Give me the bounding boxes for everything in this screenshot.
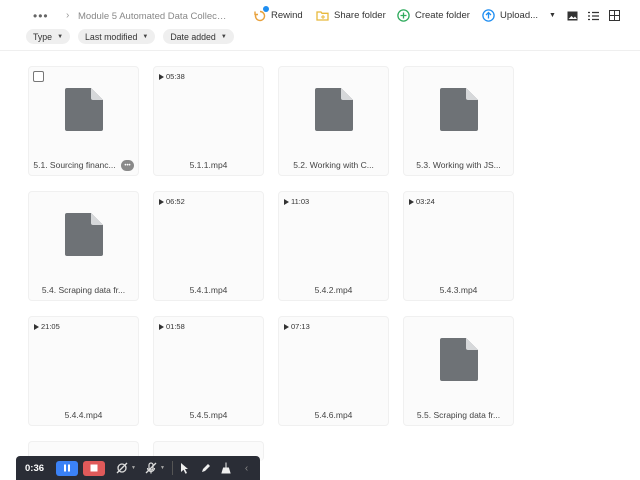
file-name: 5.4.6.mp4 — [314, 410, 353, 420]
file-card[interactable]: 5.5. Scraping data fr... — [403, 316, 514, 426]
video-duration: 06:52 — [159, 197, 185, 206]
more-options-icon[interactable]: ••• — [121, 160, 134, 171]
camera-off-icon[interactable] — [113, 461, 131, 476]
pause-icon — [64, 464, 70, 472]
cursor-icon[interactable] — [176, 461, 194, 476]
document-icon — [440, 88, 478, 136]
duration-text: 05:38 — [166, 72, 185, 81]
file-card[interactable]: 03:24 5.4.3.mp4 — [403, 191, 514, 301]
play-icon — [159, 323, 164, 330]
video-duration: 03:24 — [409, 197, 435, 206]
eraser-broom-icon[interactable] — [218, 461, 236, 476]
select-checkbox[interactable] — [33, 71, 44, 82]
file-grid: 5.1. Sourcing financ... ••• 05:38 5.1.1.mp4… — [0, 0, 640, 480]
play-icon — [284, 198, 289, 205]
play-icon — [34, 323, 39, 330]
file-card[interactable]: 11:03 5.4.2.mp4 — [278, 191, 389, 301]
file-name: 5.4.4.mp4 — [64, 410, 103, 420]
duration-text: 21:05 — [41, 322, 60, 331]
file-card[interactable]: 5.4. Scraping data fr... — [28, 191, 139, 301]
file-name: 5.2. Working with C... — [293, 160, 374, 170]
file-name: 5.3. Working with JS... — [416, 160, 501, 170]
duration-text: 11:03 — [291, 197, 310, 206]
file-name: 5.1. Sourcing financ... — [33, 160, 116, 170]
file-name: 5.4.1.mp4 — [189, 285, 228, 295]
file-card[interactable]: 5.3. Working with JS... — [403, 66, 514, 176]
document-icon — [65, 88, 103, 136]
file-name: 5.4.3.mp4 — [439, 285, 478, 295]
video-duration: 21:05 — [34, 322, 60, 331]
duration-text: 01:58 — [166, 322, 185, 331]
file-name: 5.4.2.mp4 — [314, 285, 353, 295]
stop-icon — [90, 464, 98, 472]
video-duration: 11:03 — [284, 197, 309, 206]
chevron-down-icon[interactable]: ▼ — [131, 465, 136, 471]
divider — [171, 461, 173, 475]
stop-button[interactable] — [83, 460, 105, 476]
file-name: 5.1.1.mp4 — [189, 160, 228, 170]
duration-text: 07:13 — [291, 322, 310, 331]
file-name: 5.4.5.mp4 — [189, 410, 228, 420]
file-name: 5.4. Scraping data fr... — [41, 285, 126, 295]
file-card[interactable]: 5.2. Working with C... — [278, 66, 389, 176]
play-icon — [159, 73, 164, 80]
video-duration: 07:13 — [284, 322, 310, 331]
file-card[interactable]: 5.1. Sourcing financ... ••• — [28, 66, 139, 176]
file-card[interactable]: 06:52 5.4.1.mp4 — [153, 191, 264, 301]
chevron-down-icon[interactable]: ▼ — [160, 465, 165, 471]
file-card[interactable]: 21:05 5.4.4.mp4 — [28, 316, 139, 426]
video-duration: 01:58 — [159, 322, 185, 331]
file-card[interactable]: 01:58 5.4.5.mp4 — [153, 316, 264, 426]
file-name: 5.5. Scraping data fr... — [416, 410, 501, 420]
mic-off-icon[interactable] — [142, 461, 160, 476]
document-icon — [315, 88, 353, 136]
pen-icon[interactable] — [197, 461, 215, 476]
collapse-chevron-icon[interactable]: ‹ — [245, 463, 248, 474]
video-duration: 05:38 — [159, 72, 185, 81]
play-icon — [159, 198, 164, 205]
play-icon — [284, 323, 289, 330]
document-icon — [65, 213, 103, 261]
recording-timer: 0:36 — [25, 462, 45, 474]
duration-text: 06:52 — [166, 197, 185, 206]
pause-button[interactable] — [56, 460, 78, 476]
file-card[interactable]: 05:38 5.1.1.mp4 — [153, 66, 264, 176]
file-card[interactable]: 07:13 5.4.6.mp4 — [278, 316, 389, 426]
document-icon — [440, 338, 478, 386]
duration-text: 03:24 — [416, 197, 435, 206]
play-icon — [409, 198, 414, 205]
recording-toolbar: 0:36 ▼ ▼ ‹ — [16, 456, 260, 480]
